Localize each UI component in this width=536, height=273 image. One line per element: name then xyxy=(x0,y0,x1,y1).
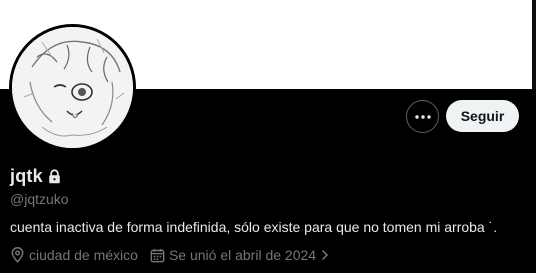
profile-bio: cuenta inactiva de forma indefinida, sól… xyxy=(10,219,498,235)
joined-date-text: Se unió el abril de 2024 xyxy=(168,247,317,263)
location-icon xyxy=(10,247,25,263)
lock-icon xyxy=(48,169,61,184)
user-handle: @jqtzuko xyxy=(10,191,69,207)
profile-name-row: jqtk xyxy=(10,166,61,187)
avatar-image xyxy=(12,27,133,148)
location-text: ciudad de méxico xyxy=(29,247,138,263)
chevron-right-icon xyxy=(320,249,329,261)
more-icon xyxy=(414,114,431,119)
page-scrollbar[interactable] xyxy=(532,0,536,89)
location-item: ciudad de méxico xyxy=(10,247,138,263)
joined-date-item[interactable]: Se unió el abril de 2024 xyxy=(150,247,329,263)
avatar[interactable] xyxy=(9,24,136,151)
more-options-button[interactable] xyxy=(406,100,439,133)
follow-button[interactable]: Seguir xyxy=(446,100,519,132)
calendar-icon xyxy=(150,248,165,263)
display-name: jqtk xyxy=(10,166,43,186)
profile-meta: ciudad de méxico Se unió el abril de 202… xyxy=(10,247,329,263)
